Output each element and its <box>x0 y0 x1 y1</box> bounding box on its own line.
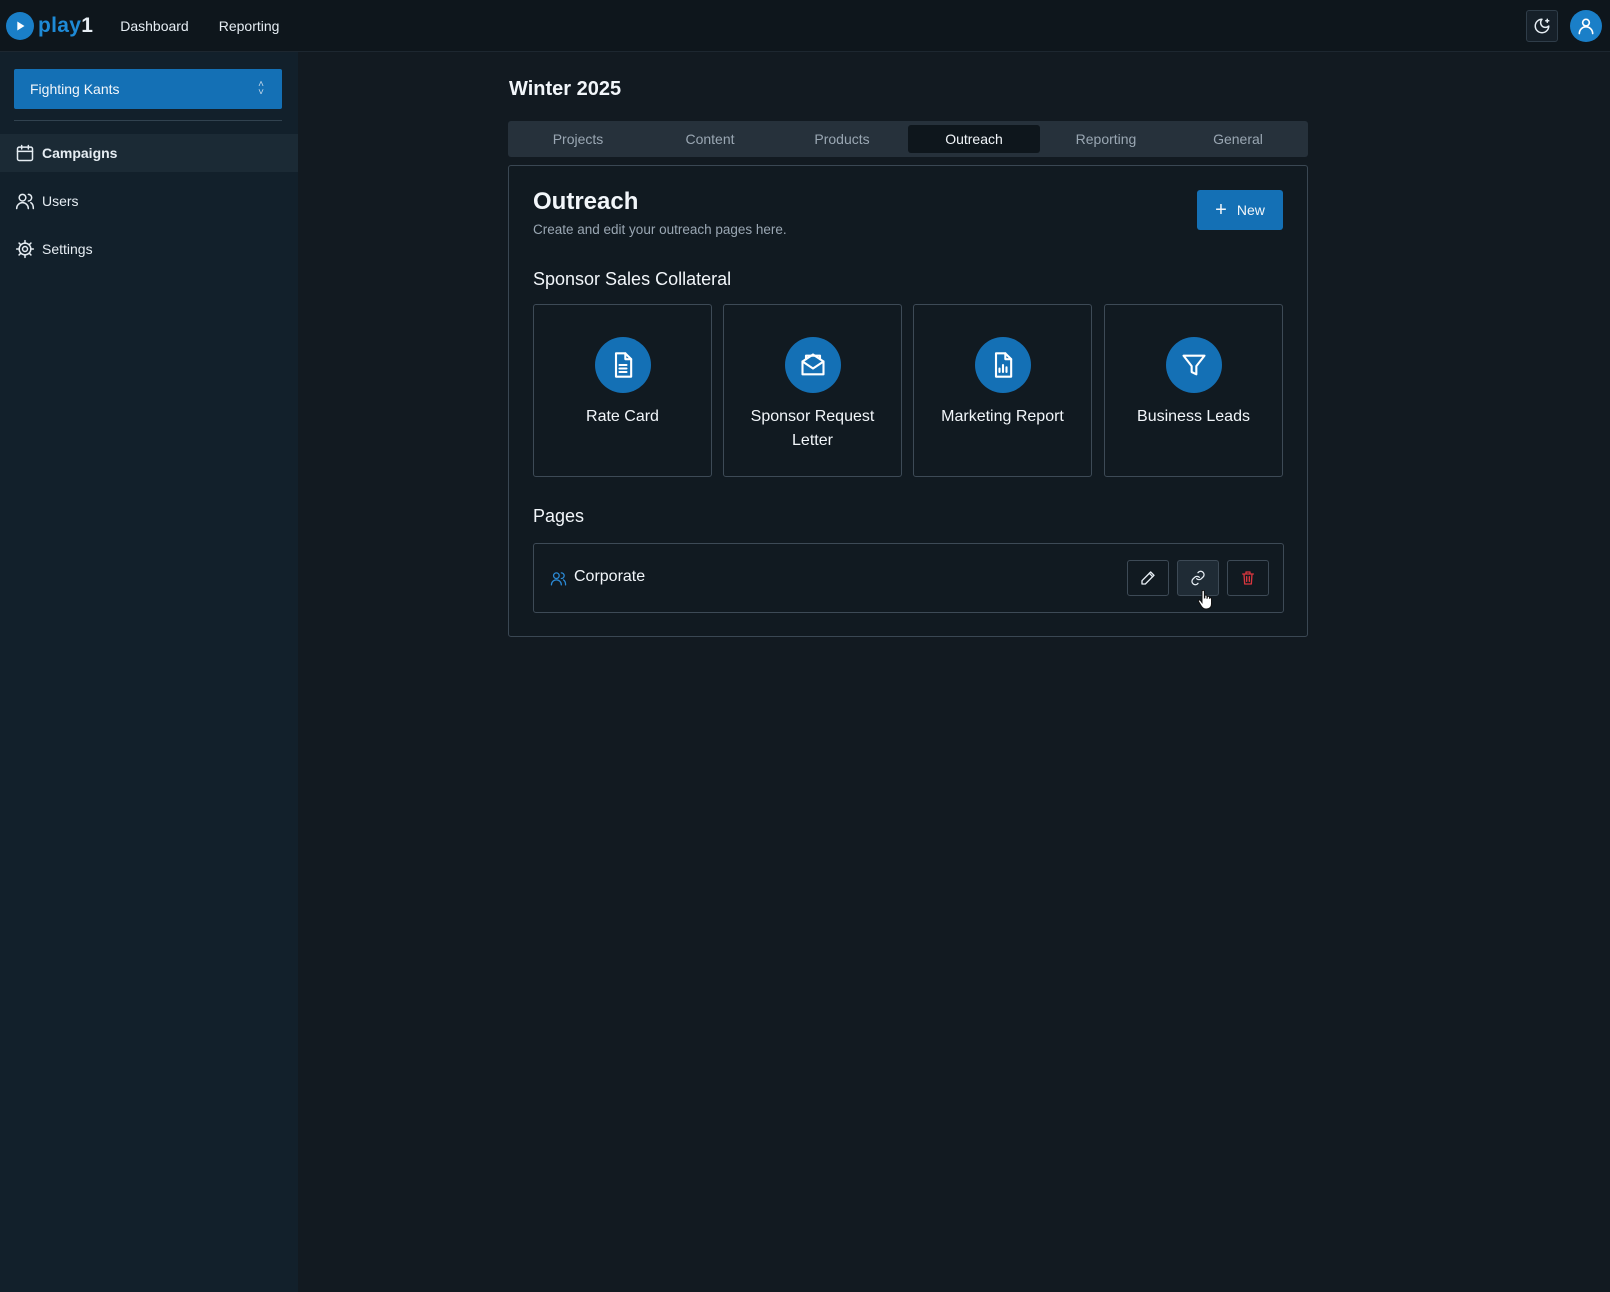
chart-file-icon <box>994 352 1013 378</box>
user-avatar-button[interactable] <box>1570 10 1602 42</box>
hand-pointer-icon <box>1197 590 1212 610</box>
sidebar-divider <box>14 120 282 121</box>
sidebar-item-label: Settings <box>42 241 93 257</box>
sidebar: Fighting Kants ˄ ˅ Campaigns Users Settin… <box>0 52 298 1292</box>
sidebar-item-settings[interactable]: Settings <box>0 230 298 268</box>
top-bar: play1 Dashboard Reporting <box>0 0 1610 52</box>
card-label: Business Leads <box>1137 408 1250 425</box>
tab-content[interactable]: Content <box>644 125 776 153</box>
list-item[interactable]: Corporate <box>533 543 1284 613</box>
tab-reporting[interactable]: Reporting <box>1040 125 1172 153</box>
outreach-panel: Outreach Create and edit your outreach p… <box>508 165 1308 637</box>
card-business-leads[interactable]: Business Leads <box>1104 304 1283 477</box>
document-icon <box>614 352 633 378</box>
edit-button[interactable] <box>1127 560 1169 596</box>
tab-products[interactable]: Products <box>776 125 908 153</box>
panel-subtitle: Create and edit your outreach pages here… <box>533 222 787 237</box>
tab-bar: Projects Content Products Outreach Repor… <box>508 121 1308 157</box>
card-label: Marketing Report <box>941 408 1064 425</box>
pages-section-title: Pages <box>533 506 585 526</box>
team-select-value: Fighting Kants <box>30 81 120 97</box>
nav-dashboard[interactable]: Dashboard <box>120 18 189 34</box>
filter-icon <box>1182 354 1206 376</box>
gear-icon <box>15 239 35 259</box>
tab-projects[interactable]: Projects <box>512 125 644 153</box>
new-button[interactable]: + New <box>1197 190 1283 230</box>
sidebar-item-campaigns[interactable]: Campaigns <box>0 134 298 172</box>
moon-stars-icon <box>1534 18 1550 34</box>
card-icon-circle <box>1166 337 1222 393</box>
logo-text: play1 <box>38 14 93 38</box>
card-sponsor-request-letter[interactable]: Sponsor Request Letter <box>723 304 902 477</box>
card-icon-circle <box>785 337 841 393</box>
plus-icon: + <box>1215 199 1227 221</box>
card-label: Sponsor Request Letter <box>750 408 875 449</box>
delete-button[interactable] <box>1227 560 1269 596</box>
card-rate-card[interactable]: Rate Card <box>533 304 712 477</box>
play-logo-icon <box>6 11 34 40</box>
page-name: Corporate <box>574 568 646 585</box>
user-icon <box>1578 18 1594 35</box>
tab-general[interactable]: General <box>1172 125 1304 153</box>
logo-word: play <box>38 13 82 37</box>
nav-reporting[interactable]: Reporting <box>219 18 280 34</box>
sidebar-item-label: Users <box>42 193 79 209</box>
theme-toggle-button[interactable] <box>1526 10 1558 42</box>
link-icon <box>1191 570 1205 586</box>
card-marketing-report[interactable]: Marketing Report <box>913 304 1092 477</box>
tab-outreach[interactable]: Outreach <box>908 125 1040 153</box>
sidebar-item-users[interactable]: Users <box>0 182 298 220</box>
sidebar-item-label: Campaigns <box>42 145 118 161</box>
collateral-section-title: Sponsor Sales Collateral <box>533 269 732 289</box>
page-title: Winter 2025 <box>509 78 622 100</box>
card-icon-circle <box>975 337 1031 393</box>
panel-title: Outreach <box>533 188 639 215</box>
logo[interactable]: play1 <box>6 11 93 40</box>
new-button-label: New <box>1236 202 1265 218</box>
logo-number: 1 <box>81 13 94 37</box>
users-icon <box>550 572 567 586</box>
card-label: Rate Card <box>586 408 659 425</box>
users-icon <box>15 193 35 210</box>
envelope-icon <box>801 353 825 376</box>
pencil-icon <box>1141 571 1155 585</box>
calendar-icon <box>16 144 34 162</box>
chevron-up-down-icon: ˄ ˅ <box>258 79 264 98</box>
trash-icon <box>1242 571 1254 585</box>
card-icon-circle <box>595 337 651 393</box>
team-select[interactable]: Fighting Kants ˄ ˅ <box>14 69 282 109</box>
